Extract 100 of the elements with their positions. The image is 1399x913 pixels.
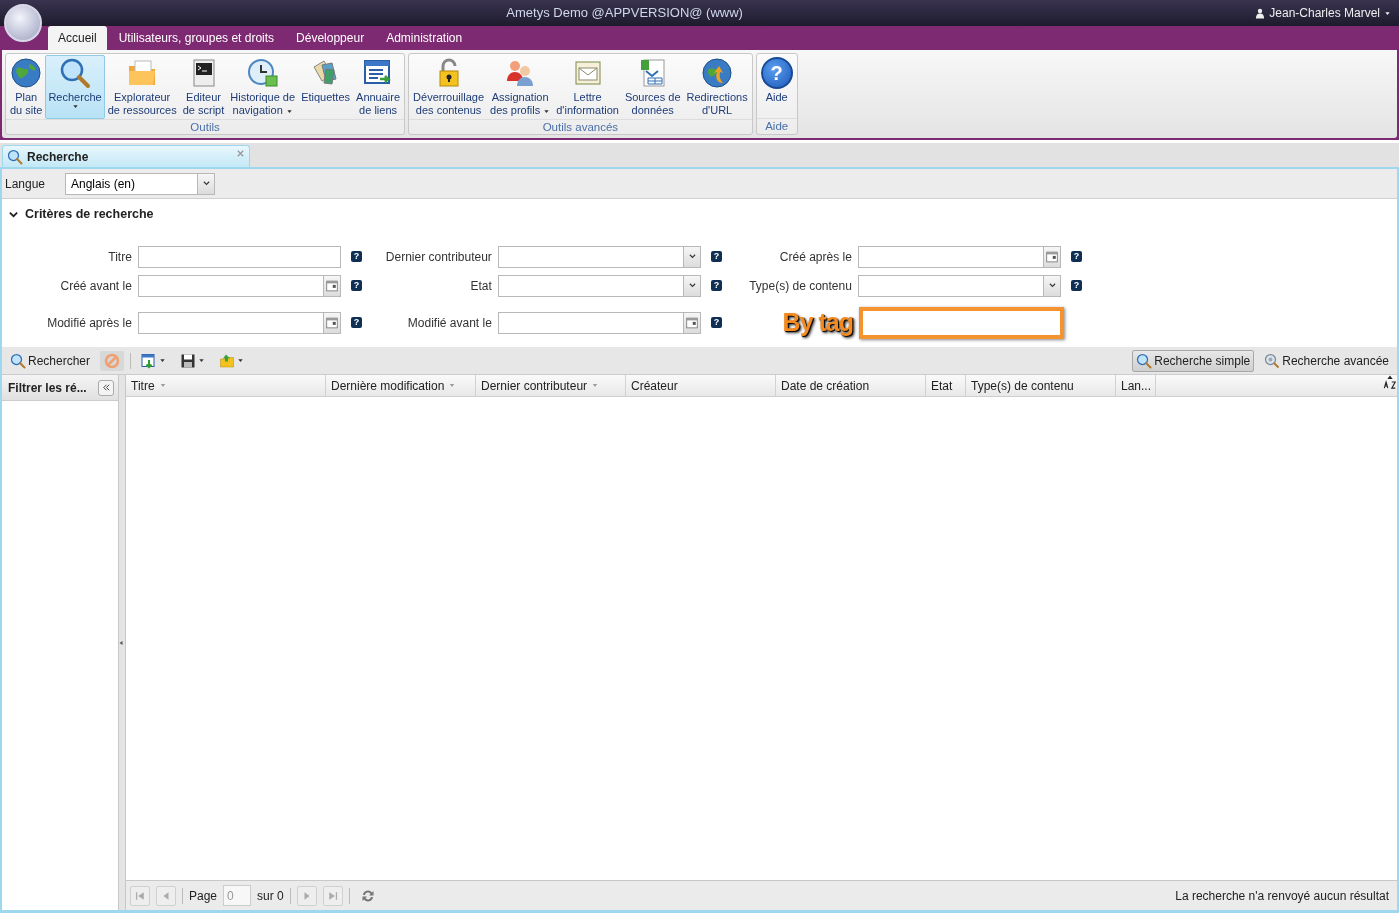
globe-icon (10, 57, 43, 89)
ribbon-button[interactable]: Recherche (45, 55, 105, 119)
search-icon (1136, 352, 1153, 369)
help-icon[interactable]: ? (351, 280, 362, 292)
ribbon-button[interactable]: Annuaire de liens (353, 55, 404, 119)
ribbon-button[interactable]: Plan du site (7, 55, 46, 119)
panel-title: Filtrer les ré... (8, 379, 87, 397)
calendar-icon (686, 316, 699, 329)
column-header[interactable]: Etat (926, 375, 966, 397)
help-icon: ? (760, 57, 793, 89)
ribbon-button[interactable]: Lettre d'information (553, 55, 622, 119)
page-label: Page (189, 887, 218, 905)
mode-button[interactable]: Recherche simple (1132, 349, 1255, 372)
field-label: Etat (469, 277, 493, 295)
column-header[interactable]: Lan... (1116, 375, 1156, 397)
grid-export-icon (141, 352, 158, 369)
help-icon[interactable]: ? (711, 317, 722, 328)
field-label: Titre (107, 248, 133, 266)
ribbon-button[interactable]: Déverrouillage des contenus (410, 55, 488, 119)
date-field[interactable] (857, 245, 1045, 268)
user-icon (1255, 6, 1266, 20)
clock-icon (246, 57, 279, 89)
status-message: La recherche n'a renvoyé aucun résultat (1175, 887, 1390, 905)
ribbon-tab[interactable]: Utilisateurs, groupes et droits (108, 26, 285, 50)
annotation-label: By tag (781, 306, 854, 338)
cancel-button[interactable] (100, 350, 125, 371)
column-header[interactable]: Date de création (776, 375, 926, 397)
search-icon (10, 352, 26, 369)
caret-icon (159, 358, 167, 364)
folder-arrow-icon (219, 352, 236, 369)
help-icon[interactable]: ? (351, 251, 362, 263)
field-label: Modifié après le (46, 314, 133, 332)
last-page-icon (327, 890, 338, 901)
section-title[interactable]: Critères de recherche (25, 205, 154, 224)
dropdown-field[interactable] (497, 245, 685, 268)
field-label: Type(s) de contenu (748, 277, 853, 295)
group-label: Aide (756, 118, 797, 134)
caret-icon (543, 108, 551, 114)
caret-icon (237, 358, 245, 364)
column-header[interactable]: Créateur (626, 375, 776, 397)
splitter-arrow-icon (119, 638, 123, 647)
user-menu[interactable]: Jean-Charles Marvel (1249, 3, 1399, 23)
field-label: Modifié avant le (406, 314, 493, 332)
document-tab[interactable]: Recherche (2, 145, 250, 167)
help-icon[interactable]: ? (711, 280, 722, 292)
double-chevron-icon (101, 383, 111, 393)
caret-icon (71, 104, 79, 109)
collapse-button[interactable] (98, 379, 114, 396)
calendar-icon (326, 316, 339, 329)
column-header[interactable]: Dernier contributeur (476, 375, 626, 397)
caret-icon (1384, 10, 1391, 16)
column-header[interactable]: Dernière modification (326, 375, 476, 397)
dropdown-field[interactable] (857, 274, 1045, 297)
mode-button[interactable]: Recherche avancée (1260, 349, 1393, 372)
ribbon-tab[interactable]: Administration (376, 26, 473, 50)
field-label: Créé après le (778, 248, 853, 266)
column-header[interactable]: Titre (126, 375, 326, 397)
ribbon-button[interactable]: Explorateur de ressources (104, 55, 180, 119)
date-field[interactable] (137, 274, 325, 297)
sort-arrow-icon (158, 383, 167, 389)
help-icon[interactable]: ? (1071, 251, 1082, 263)
previous-page-icon (161, 890, 171, 901)
first-page-icon (135, 890, 145, 901)
language-select[interactable]: Anglais (en) (65, 172, 198, 195)
ribbon-button[interactable]: Redirections d'URL (683, 55, 751, 119)
date-field[interactable] (137, 311, 325, 334)
sort-arrow-icon (448, 383, 457, 389)
ribbon-tab[interactable]: Accueil (48, 26, 107, 50)
help-icon[interactable]: ? (351, 317, 362, 328)
calendar-icon (1046, 250, 1059, 263)
help-icon[interactable]: ? (1071, 280, 1082, 292)
collapse-chevron-icon[interactable] (8, 209, 19, 219)
app-logo-icon[interactable] (4, 4, 42, 42)
search-icon (59, 57, 91, 89)
field-label: Langue (5, 175, 47, 193)
help-icon[interactable]: ? (711, 251, 722, 263)
group-label: Outils (6, 119, 405, 135)
ribbon-button[interactable]: Editeur de script (179, 55, 228, 119)
page-count: sur 0 (257, 887, 284, 905)
search-gear-icon (1264, 352, 1281, 369)
tag-field[interactable] (859, 306, 1064, 339)
column-header[interactable]: Type(s) de contenu (966, 375, 1116, 397)
close-icon[interactable] (236, 149, 245, 158)
sort-az-icon (1383, 375, 1397, 390)
field-label: Créé avant le (59, 277, 133, 295)
ribbon-tab[interactable]: Développeur (286, 26, 375, 50)
dropdown-field[interactable] (497, 274, 685, 297)
ribbon-button[interactable]: Assignation des profils (487, 55, 554, 119)
date-field[interactable] (497, 311, 685, 334)
sort-arrow-icon (591, 383, 600, 389)
search-button[interactable]: Rechercher (6, 349, 95, 372)
text-field[interactable] (137, 245, 342, 268)
cancel-icon (104, 352, 121, 369)
ribbon-button[interactable]: Etiquettes (298, 55, 354, 119)
ribbon-button[interactable]: Sources de données (621, 55, 684, 119)
calendar-icon (326, 279, 339, 292)
group-label: Outils avancés (409, 119, 752, 135)
ribbon-button[interactable]: Historique de navigation (227, 55, 299, 119)
window-title: Ametys Demo @APPVERSION@ (www) (505, 4, 744, 23)
ribbon-button[interactable]: ? Aide (757, 55, 796, 118)
